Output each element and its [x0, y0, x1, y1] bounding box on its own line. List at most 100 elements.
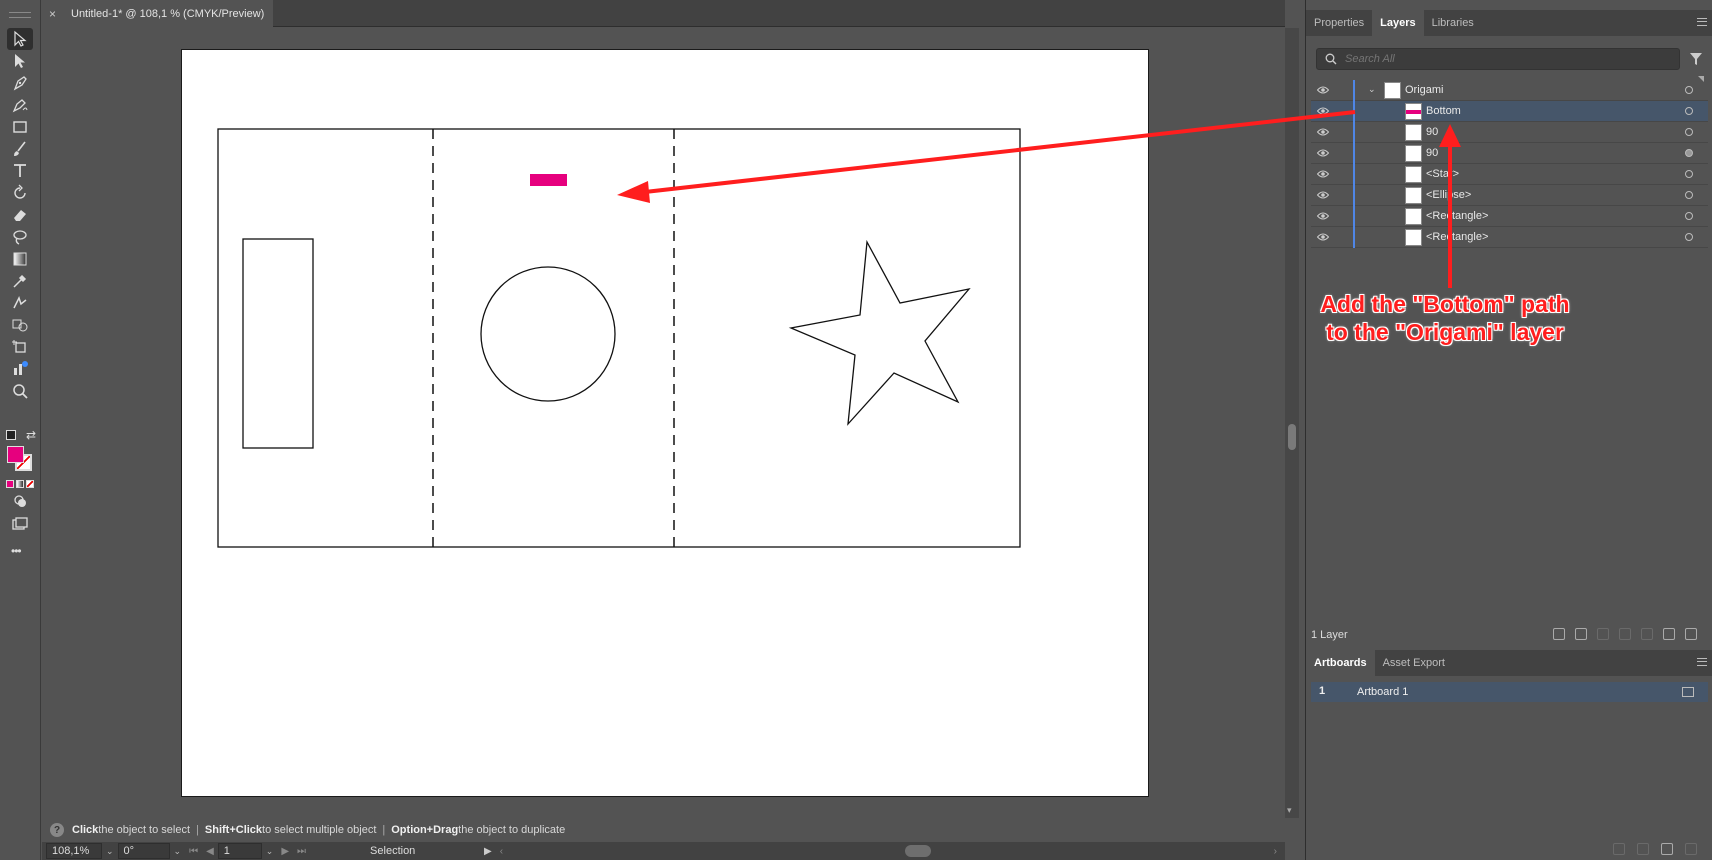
canvas-area[interactable]	[42, 28, 1285, 818]
filter-icon[interactable]	[1689, 52, 1703, 66]
layer-name[interactable]: <Ellipse>	[1426, 189, 1471, 201]
layer-name[interactable]: <Rectangle>	[1426, 210, 1488, 222]
chevron-down-icon[interactable]: ⌄	[1368, 84, 1376, 95]
target-icon[interactable]	[1685, 191, 1693, 199]
none-mode-icon[interactable]	[26, 480, 34, 488]
search-layer-icon[interactable]	[1597, 628, 1609, 640]
target-icon[interactable]	[1685, 149, 1693, 157]
new-artboard-icon[interactable]	[1661, 843, 1673, 855]
artboard-dropdown-icon[interactable]: ⌄	[266, 846, 274, 857]
layer-row[interactable]: 90	[1311, 143, 1708, 164]
eye-icon[interactable]	[1317, 127, 1329, 137]
lasso-tool-icon[interactable]	[7, 226, 33, 248]
screen-mode-icon[interactable]	[7, 513, 33, 535]
layer-row[interactable]: <Rectangle>	[1311, 227, 1708, 248]
eraser-tool-icon[interactable]	[7, 204, 33, 226]
artboard-name[interactable]: Artboard 1	[1357, 686, 1408, 698]
layer-name[interactable]: <Rectangle>	[1426, 231, 1488, 243]
help-icon[interactable]: ?	[50, 823, 64, 837]
layer-name[interactable]: Bottom	[1426, 105, 1461, 117]
more-tools-icon[interactable]: •••	[11, 544, 22, 558]
layer-row[interactable]: ⌄ Origami	[1311, 80, 1708, 101]
target-icon[interactable]	[1685, 233, 1693, 241]
last-artboard-icon[interactable]: ⏭	[297, 846, 306, 857]
color-mode-icon[interactable]	[6, 480, 14, 488]
rotate-tool-icon[interactable]	[7, 182, 33, 204]
selection-tool-icon[interactable]	[7, 28, 33, 50]
layer-row[interactable]: Bottom	[1311, 101, 1708, 122]
layer-row[interactable]: <Ellipse>	[1311, 185, 1708, 206]
eye-icon[interactable]	[1317, 211, 1329, 221]
previous-artboard-icon[interactable]: ◀	[206, 846, 214, 857]
pen-tool-icon[interactable]	[7, 72, 33, 94]
eyedropper-tool-icon[interactable]	[7, 270, 33, 292]
rectangle-shape[interactable]	[242, 238, 314, 449]
artboard-row[interactable]: 1 Artboard 1	[1311, 682, 1708, 702]
graph-tool-icon[interactable]	[7, 358, 33, 380]
collect-for-export-icon[interactable]	[1553, 628, 1565, 640]
tab-properties[interactable]: Properties	[1306, 10, 1372, 36]
next-artboard-icon[interactable]: ▶	[281, 846, 289, 857]
target-icon[interactable]	[1685, 170, 1693, 178]
status-menu-icon[interactable]: ▶	[484, 846, 492, 857]
target-icon[interactable]	[1685, 107, 1693, 115]
direct-selection-tool-icon[interactable]	[7, 50, 33, 72]
artboard[interactable]	[181, 49, 1149, 797]
search-input[interactable]	[1345, 53, 1645, 65]
first-artboard-icon[interactable]: ⏮	[189, 846, 198, 857]
delete-artboard-icon[interactable]	[1685, 843, 1697, 855]
layer-name[interactable]: 90	[1426, 126, 1438, 138]
new-layer-icon[interactable]	[1663, 628, 1675, 640]
layer-row[interactable]: <Rectangle>	[1311, 206, 1708, 227]
document-tab[interactable]: × Untitled-1* @ 108,1 % (CMYK/Preview)	[41, 0, 273, 27]
scroll-left-icon[interactable]: ‹	[500, 846, 503, 857]
panel-menu-icon[interactable]	[1697, 658, 1707, 666]
layer-search-field[interactable]	[1316, 48, 1680, 70]
type-tool-icon[interactable]	[7, 160, 33, 182]
artboard-tool-icon[interactable]	[7, 336, 33, 358]
zoom-field[interactable]: 108,1%	[46, 843, 102, 859]
tab-artboards[interactable]: Artboards	[1306, 650, 1375, 676]
rotation-field[interactable]: 0°	[117, 843, 170, 859]
horizontal-scroll-thumb[interactable]	[905, 845, 931, 857]
vertical-scroll-thumb[interactable]	[1288, 424, 1296, 450]
scroll-right-icon[interactable]: ›	[1274, 846, 1277, 857]
ellipse-shape[interactable]	[480, 266, 616, 402]
outer-rectangle[interactable]	[217, 128, 1021, 548]
rectangle-tool-icon[interactable]	[7, 116, 33, 138]
default-colors-icon[interactable]	[6, 430, 16, 440]
zoom-dropdown-icon[interactable]: ⌄	[106, 846, 114, 857]
delete-layer-icon[interactable]	[1685, 628, 1697, 640]
bottom-path[interactable]	[530, 174, 567, 186]
locate-object-icon[interactable]	[1575, 628, 1587, 640]
gradient-tool-icon[interactable]	[7, 248, 33, 270]
create-sublayer-icon[interactable]	[1641, 628, 1653, 640]
move-up-icon[interactable]	[1613, 843, 1625, 855]
layer-name[interactable]: 90	[1426, 147, 1438, 159]
blend-tool-icon[interactable]	[7, 292, 33, 314]
vertical-scrollbar[interactable]: ▾	[1285, 28, 1299, 818]
star-shape[interactable]	[788, 239, 971, 426]
zoom-tool-icon[interactable]	[7, 380, 33, 402]
eye-icon[interactable]	[1317, 148, 1329, 158]
move-down-icon[interactable]	[1637, 843, 1649, 855]
draw-mode-icon[interactable]	[7, 490, 33, 512]
panel-menu-icon[interactable]	[1697, 18, 1707, 26]
eye-icon[interactable]	[1317, 85, 1329, 95]
layer-row[interactable]: <Star>	[1311, 164, 1708, 185]
curvature-tool-icon[interactable]	[7, 94, 33, 116]
swap-colors-icon[interactable]: ⇄	[26, 428, 36, 442]
eye-icon[interactable]	[1317, 232, 1329, 242]
rotation-dropdown-icon[interactable]: ⌄	[174, 846, 182, 857]
layer-row[interactable]: 90	[1311, 122, 1708, 143]
eye-icon[interactable]	[1317, 190, 1329, 200]
target-icon[interactable]	[1685, 128, 1693, 136]
artboard-number-field[interactable]: 1	[217, 843, 262, 859]
scroll-down-icon[interactable]: ▾	[1287, 805, 1292, 816]
layer-name[interactable]: Origami	[1405, 84, 1444, 96]
target-icon[interactable]	[1685, 212, 1693, 220]
gradient-mode-icon[interactable]	[16, 480, 24, 488]
artboard-options-icon[interactable]	[1682, 687, 1694, 697]
close-icon[interactable]: ×	[49, 7, 65, 21]
eye-icon[interactable]	[1317, 169, 1329, 179]
